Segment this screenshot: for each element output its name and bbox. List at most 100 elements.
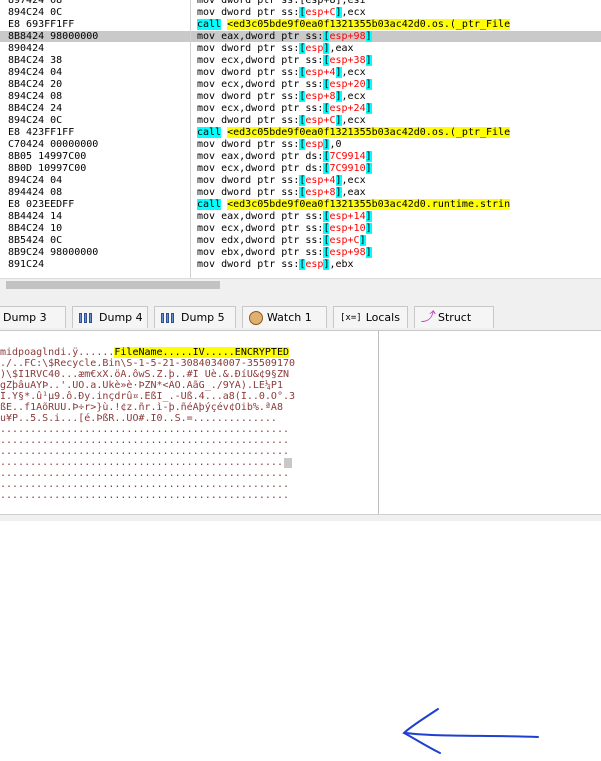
operand-rest: ,eax (329, 43, 354, 54)
pane-splitter[interactable] (0, 291, 601, 303)
memory-operand: [esp] (299, 43, 330, 54)
tab-dump-5[interactable]: Dump 5 (154, 306, 236, 328)
disasm-row[interactable]: E8 023EEDFF call <ed3c05bde9f0ea0f1321355… (0, 199, 601, 210)
memory-operand: [esp+20] (323, 79, 372, 90)
dump-row[interactable]: ./..FC:\$Recycle.Bin\S-1-5-21-3084034007… (0, 358, 378, 369)
mnemonic: mov ecx,dword ptr ds: (197, 163, 324, 174)
instruction: mov ebx,dword ptr ss:[esp+98] (197, 247, 372, 258)
disasm-row[interactable]: 8B5424 0C mov edx,dword ptr ss:[esp+C] (0, 235, 601, 246)
tab-locals[interactable]: [x=] Locals (333, 306, 408, 328)
disasm-row[interactable]: 8B05 14997C00 mov eax,dword ptr ds:[7C991… (0, 151, 601, 162)
memory-operand: [esp+C] (299, 115, 342, 126)
opcode-bytes: 890424 (8, 43, 45, 54)
dump-row[interactable]: u¥P..5.S.i...[é.ÞßR..ÜÖ#.Ï0..S.=........… (0, 413, 378, 424)
instruction: mov dword ptr ss:[esp+8],ecx (197, 91, 366, 102)
column-divider (190, 0, 191, 278)
dump-row[interactable]: ........................................… (0, 435, 378, 446)
dump-pane: midpoaglndi.ÿ......FileName.....IV.....E… (0, 331, 601, 754)
dump-hex-view[interactable]: midpoaglndi.ÿ......FileName.....IV.....E… (0, 331, 378, 514)
disasm-row[interactable]: 8B4C24 20 mov ecx,dword ptr ss:[esp+20] (0, 79, 601, 90)
disassembly-view[interactable]: 897424 08 mov dword ptr ss:[esp+8],esi 894… (0, 0, 601, 278)
disasm-row[interactable]: 894C24 04 mov dword ptr ss:[esp+4],ecx (0, 67, 601, 78)
disasm-row[interactable]: 8B9C24 98000000 mov ebx,dword ptr ss:[esp… (0, 247, 601, 258)
dump-row[interactable]: midpoaglndi.ÿ......FileName.....IV.....E… (0, 347, 378, 358)
mnemonic: mov dword ptr ss: (197, 115, 300, 126)
tab-dump-3[interactable]: Dump 3 (0, 306, 66, 328)
disasm-row[interactable]: E8 693FF1FF call <ed3c05bde9f0ea0f1321355… (0, 19, 601, 30)
memory-operand: [esp] (299, 139, 330, 150)
disasm-row[interactable]: 894424 08 mov dword ptr ss:[esp+8],eax (0, 187, 601, 198)
mnemonic: mov ecx,dword ptr ss: (197, 79, 324, 90)
tab-struct[interactable]: ⤴ Struct (414, 306, 494, 328)
instruction: mov dword ptr ss:[esp+4],ecx (197, 175, 366, 186)
dump-dots: ........................................… (0, 490, 289, 501)
tab-label: Struct (438, 311, 472, 324)
mnemonic: mov dword ptr ss: (197, 91, 300, 102)
opcode-bytes: 897424 08 (8, 0, 63, 6)
dump-row[interactable]: ßË..f1ÄõRÛU.Þ÷r>}ù.!¢z.ñr.ì-þ.ñéÀþýçév¢Ö… (0, 402, 378, 413)
mnemonic: mov ecx,dword ptr ss: (197, 103, 324, 114)
mnemonic: mov ecx,dword ptr ss: (197, 55, 324, 66)
disasm-row[interactable]: 894C24 0C mov dword ptr ss:[esp+C],ecx (0, 115, 601, 126)
opcode-bytes: 894C24 0C (8, 7, 63, 18)
instruction: mov dword ptr ss:[esp+8],eax (197, 187, 366, 198)
opcode-bytes: E8 023EEDFF (8, 199, 75, 210)
mnemonic: mov ecx,dword ptr ss: (197, 223, 324, 234)
mnemonic: mov dword ptr ss: (197, 67, 300, 78)
instruction: call <ed3c05bde9f0ea0f1321355b03ac42d0.o… (197, 127, 511, 138)
instruction: call <ed3c05bde9f0ea0f1321355b03ac42d0.o… (197, 19, 511, 30)
dump-row[interactable]: )\$I1RVC40...æm€xX.öA.ôwS.Z.þ..#Î Ûè.&.Ð… (0, 369, 378, 380)
memory-operand: [esp+10] (323, 223, 372, 234)
tab-label: Dump 5 (181, 311, 225, 324)
disasm-row[interactable]: 8B0D 10997C00 mov ecx,dword ptr ds:[7C991… (0, 163, 601, 174)
opcode-bytes: 8B4C24 24 (8, 103, 63, 114)
disasm-row[interactable]: 8B4C24 38 mov ecx,dword ptr ss:[esp+38] (0, 55, 601, 66)
locals-icon: [x=] (340, 313, 362, 323)
disasm-row[interactable]: 8B4C24 10 mov ecx,dword ptr ss:[esp+10] (0, 223, 601, 234)
disasm-row[interactable]: E8 423FF1FF call <ed3c05bde9f0ea0f1321355… (0, 127, 601, 138)
opcode-bytes: C70424 00000000 (8, 139, 99, 150)
instruction: mov eax,dword ptr ss:[esp+98] (197, 31, 372, 42)
instruction: mov dword ptr ss:[esp+C],ecx (197, 7, 366, 18)
disasm-row[interactable]: 891C24 mov dword ptr ss:[esp],ebx (0, 259, 601, 270)
dump-row[interactable]: ........................................… (0, 424, 378, 435)
opcode-bytes: 8B9C24 98000000 (8, 247, 99, 258)
scrollbar-thumb[interactable] (6, 281, 220, 289)
horizontal-scrollbar[interactable] (0, 278, 601, 291)
tab-watch-1[interactable]: Watch 1 (242, 306, 327, 328)
dump-row[interactable]: ........................................… (0, 446, 378, 457)
watch-icon (249, 311, 263, 325)
opcode-bytes: 894C24 08 (8, 91, 63, 102)
tab-label: Dump 3 (3, 311, 47, 324)
disasm-row[interactable]: 8B4424 14 mov eax,dword ptr ss:[esp+14] (0, 211, 601, 222)
dump-row[interactable]: gZþâuAYÞ..'.UÖ.a.Ûkè»è·ÞZN*<ÂÕ.AãG_./9YÀ… (0, 380, 378, 391)
dump-row[interactable]: ........................................… (0, 468, 378, 479)
disasm-row[interactable]: 894C24 08 mov dword ptr ss:[esp+8],ecx (0, 91, 601, 102)
opcode-bytes: 8B0D 10997C00 (8, 163, 87, 174)
tab-label: Locals (365, 311, 400, 324)
disasm-row[interactable]: 890424 mov dword ptr ss:[esp],eax (0, 43, 601, 54)
disasm-row[interactable]: 8B4C24 24 mov ecx,dword ptr ss:[esp+24] (0, 103, 601, 114)
disasm-row[interactable]: C70424 00000000 mov dword ptr ss:[esp],0 (0, 139, 601, 150)
opcode-bytes: 894C24 04 (8, 67, 63, 78)
instruction: mov ecx,dword ptr ss:[esp+38] (197, 55, 372, 66)
dump-row[interactable]: ........................................… (0, 490, 378, 501)
disasm-row[interactable]: 894C24 04 mov dword ptr ss:[esp+4],ecx (0, 175, 601, 186)
dump-tab-bar: Dump 3 Dump 4 Dump 5 Watch 1 [x=] Locals ⤴ Stru… (0, 303, 601, 331)
memory-operand: [esp+8] (299, 91, 342, 102)
memory-operand: [7C9914] (323, 151, 372, 162)
dump-row[interactable]: ........................................… (0, 457, 378, 468)
memory-operand: [esp+14] (323, 211, 372, 222)
dump-icon (79, 312, 95, 324)
disasm-row[interactable]: 8B8424 98000000 mov eax,dword ptr ss:[esp… (0, 31, 601, 42)
disasm-row[interactable]: 894C24 0C mov dword ptr ss:[esp+C],ecx (0, 7, 601, 18)
dump-dots: ........................................… (0, 435, 289, 446)
dump-ascii: gZþâuAYÞ..'.UÖ.a.Ûkè»è·ÞZN*<ÂÕ.AãG_./9YÀ… (0, 380, 283, 391)
instruction: mov ecx,dword ptr ds:[7C9910] (197, 163, 372, 174)
tab-dump-4[interactable]: Dump 4 (72, 306, 148, 328)
dump-row[interactable]: Î.Ÿ§*.û¹µ9.ô.Ðy.inçdrû¤.ÊßÏ_.-Uß.4...a8(… (0, 391, 378, 402)
disasm-row[interactable]: 897424 08 mov dword ptr ss:[esp+8],esi (0, 0, 601, 6)
mnemonic: mov dword ptr ss: (197, 7, 300, 18)
opcode-bytes: 8B4424 14 (8, 211, 63, 222)
dump-row[interactable]: ........................................… (0, 479, 378, 490)
